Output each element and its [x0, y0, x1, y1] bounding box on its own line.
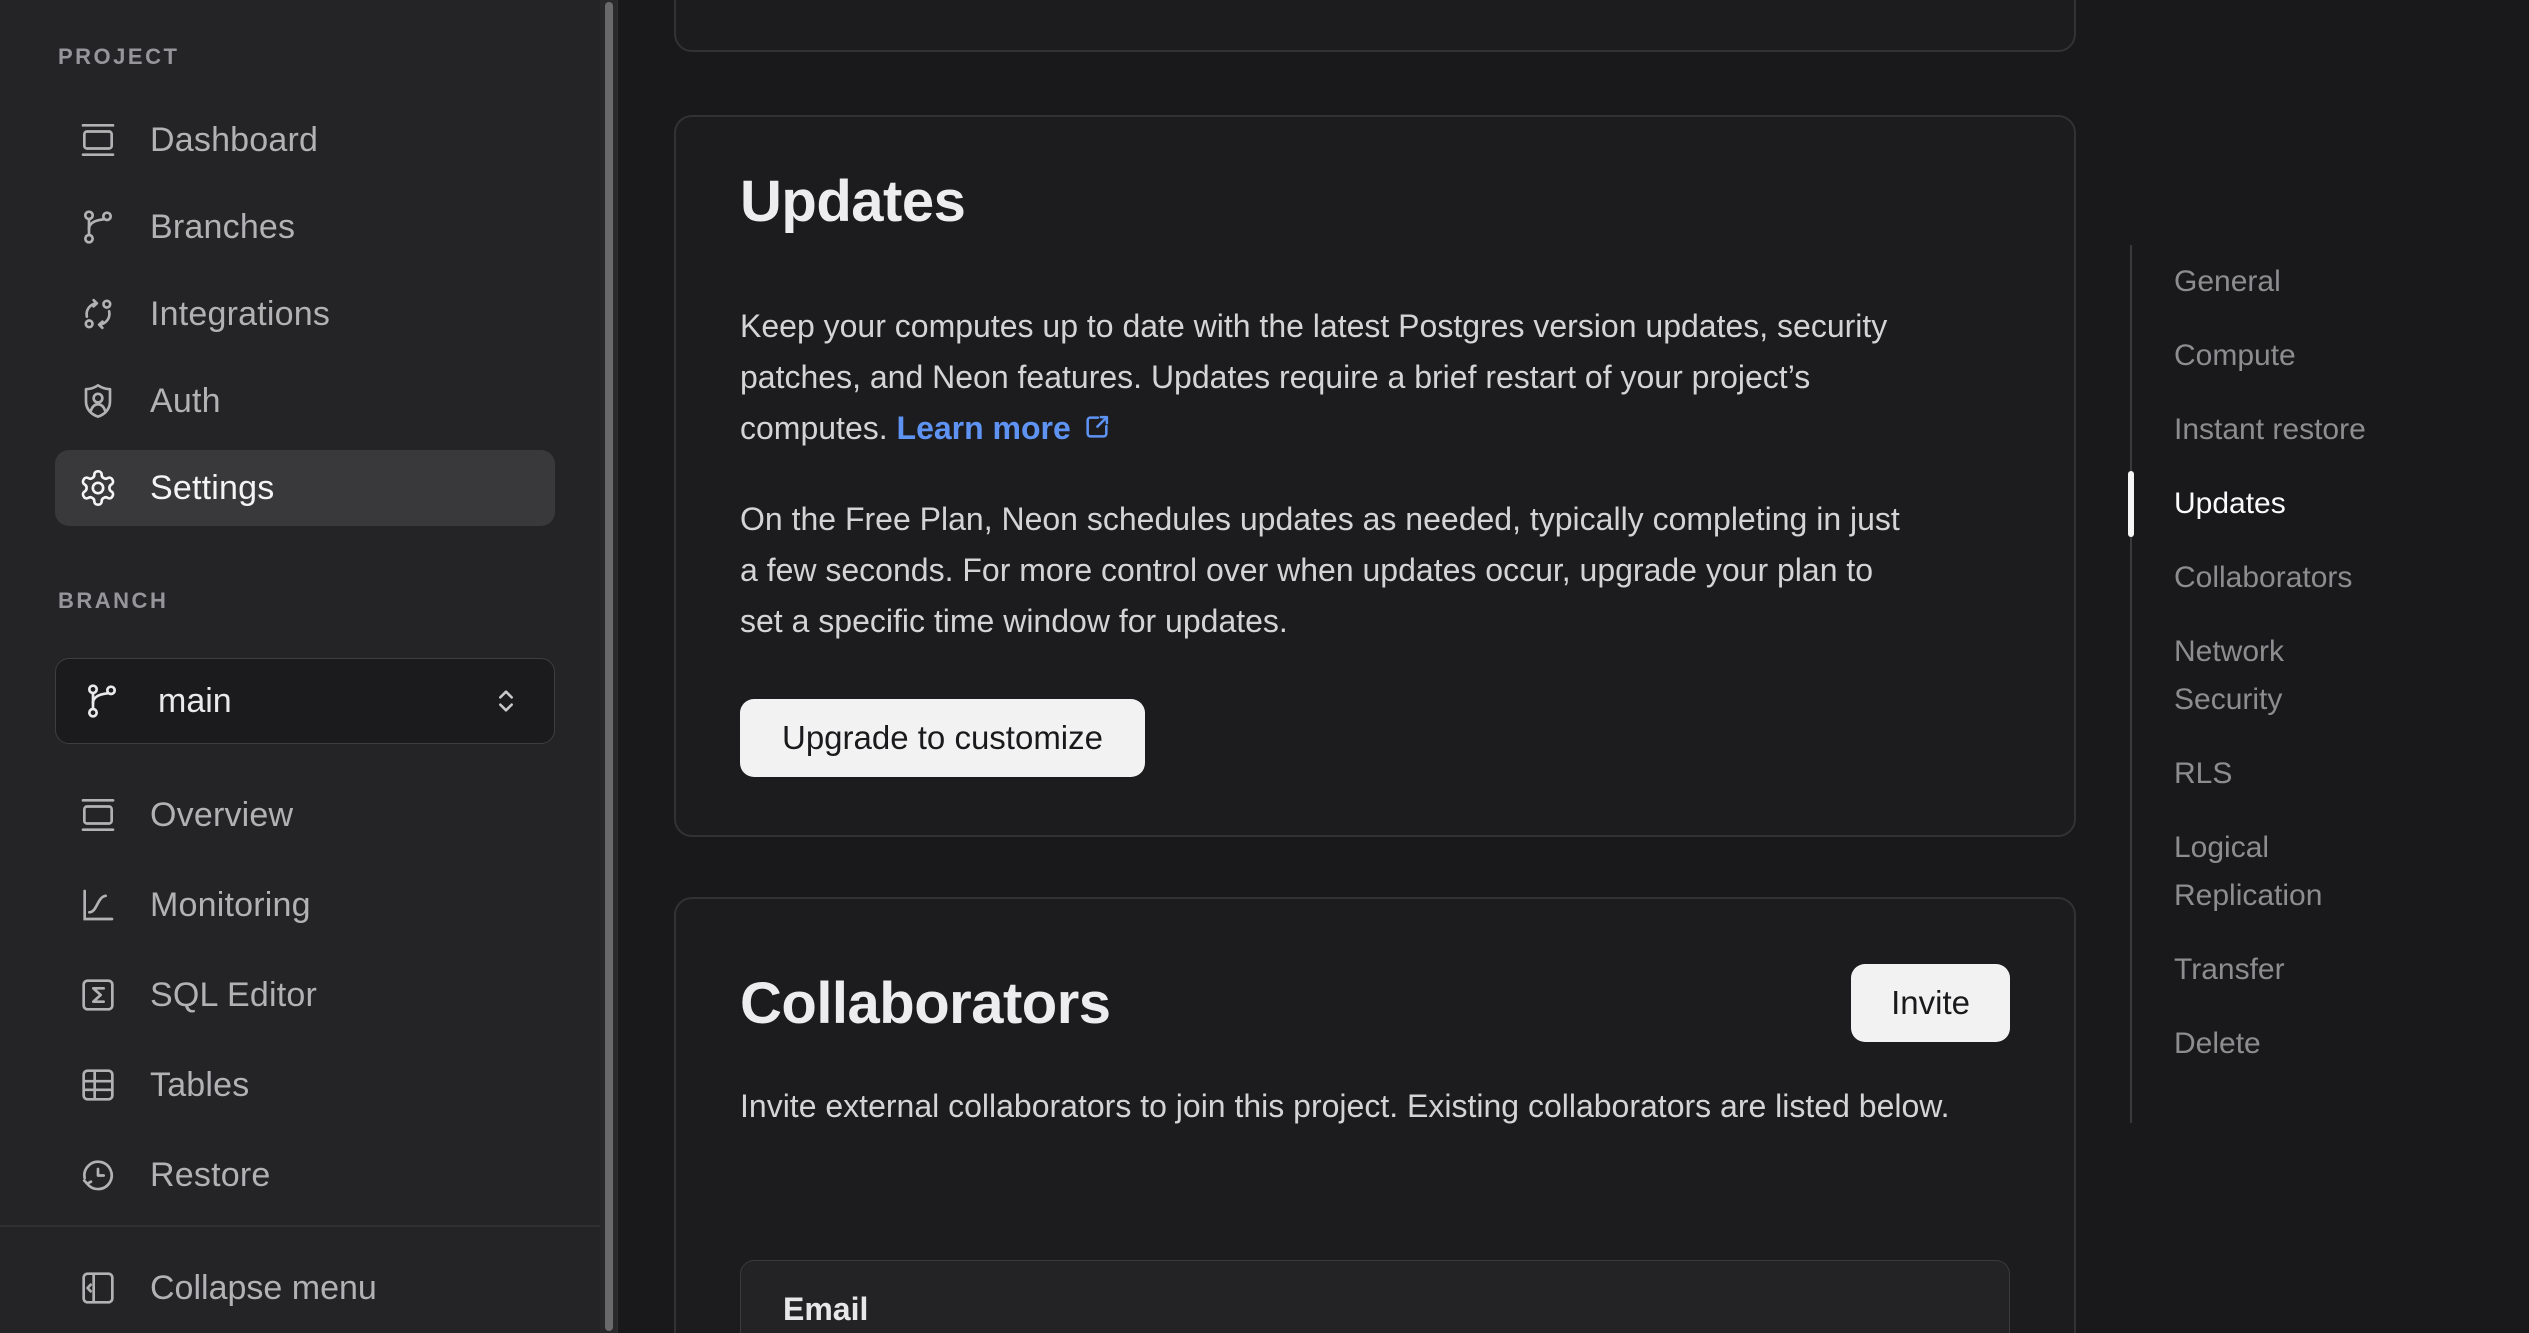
sidebar-item-label: Monitoring	[150, 886, 311, 925]
sigma-box-icon	[78, 975, 118, 1015]
window-icon	[78, 120, 118, 160]
sidebar-item-label: Branches	[150, 208, 295, 247]
sidebar-item-dashboard[interactable]: Dashboard	[55, 102, 555, 178]
chevron-up-down-icon	[488, 683, 524, 719]
sidebar-item-integrations[interactable]: Integrations	[55, 276, 555, 352]
settings-nav-delete[interactable]: Delete	[2174, 1020, 2394, 1068]
project-nav-group: Dashboard Branches Integrations Auth Set…	[55, 102, 555, 537]
sidebar-item-auth[interactable]: Auth	[55, 363, 555, 439]
collaborators-card-title: Collaborators	[740, 975, 2010, 1033]
branch-section-label: BRANCH	[58, 588, 168, 614]
upgrade-to-customize-button[interactable]: Upgrade to customize	[740, 699, 1145, 777]
updates-description: Keep your computes up to date with the l…	[740, 301, 1920, 454]
updates-card: Updates Keep your computes up to date wi…	[674, 115, 2076, 837]
branch-selector-value: main	[158, 682, 232, 721]
settings-content: Updates Keep your computes up to date wi…	[619, 0, 2529, 1333]
settings-nav-collaborators[interactable]: Collaborators	[2174, 554, 2394, 602]
collapse-menu-label: Collapse menu	[150, 1269, 377, 1308]
settings-nav-updates[interactable]: Updates	[2174, 480, 2394, 528]
history-icon	[78, 1155, 118, 1195]
chart-icon	[78, 885, 118, 925]
sidebar-divider	[0, 1225, 618, 1227]
sidebar-scrollbar-thumb[interactable]	[605, 2, 613, 1331]
gear-icon	[78, 468, 118, 508]
collaborators-table-email-header: Email	[783, 1291, 2009, 1328]
panel-collapse-icon	[78, 1268, 118, 1308]
updates-free-plan-note: On the Free Plan, Neon schedules updates…	[740, 494, 1920, 647]
invite-button[interactable]: Invite	[1851, 964, 2010, 1042]
sidebar-item-sql-editor[interactable]: SQL Editor	[55, 957, 555, 1033]
updates-card-title: Updates	[740, 173, 2010, 231]
sidebar-item-overview[interactable]: Overview	[55, 777, 555, 853]
git-branch-icon	[82, 681, 122, 721]
settings-nav-transfer[interactable]: Transfer	[2174, 946, 2394, 994]
git-branch-icon	[78, 207, 118, 247]
sidebar-item-branches[interactable]: Branches	[55, 189, 555, 265]
sidebar-item-label: SQL Editor	[150, 976, 317, 1015]
collapse-menu-button[interactable]: Collapse menu	[55, 1250, 555, 1326]
sidebar-item-settings[interactable]: Settings	[55, 450, 555, 526]
settings-nav-general[interactable]: General	[2174, 258, 2394, 306]
external-link-icon	[1081, 411, 1113, 443]
sidebar-item-label: Auth	[150, 382, 221, 421]
sidebar-item-label: Overview	[150, 796, 293, 835]
sidebar-item-restore[interactable]: Restore	[55, 1137, 555, 1213]
settings-nav-logical-replication[interactable]: Logical Replication	[2174, 824, 2394, 920]
sidebar-item-label: Settings	[150, 469, 274, 508]
window-icon	[78, 795, 118, 835]
table-icon	[78, 1065, 118, 1105]
previous-card-partial	[674, 0, 2076, 52]
branch-selector[interactable]: main	[55, 658, 555, 744]
sidebar-item-label: Restore	[150, 1156, 270, 1195]
project-section-label: PROJECT	[58, 44, 179, 70]
collaborators-description: Invite external collaborators to join th…	[740, 1081, 2010, 1132]
shield-user-icon	[78, 381, 118, 421]
branch-nav-group: Overview Monitoring SQL Editor Tables Re…	[55, 777, 555, 1227]
sidebar-item-label: Integrations	[150, 295, 330, 334]
sidebar-item-label: Tables	[150, 1066, 249, 1105]
sidebar-scrollbar-track	[600, 0, 618, 1333]
learn-more-link[interactable]: Learn more	[897, 410, 1113, 446]
settings-nav-compute[interactable]: Compute	[2174, 332, 2394, 380]
sidebar-item-tables[interactable]: Tables	[55, 1047, 555, 1123]
settings-section-nav: General Compute Instant restore Updates …	[2130, 245, 2430, 1123]
collaborators-table: Email	[740, 1260, 2010, 1333]
sync-icon	[78, 294, 118, 334]
project-sidebar: PROJECT Dashboard Branches Integrations …	[0, 0, 600, 1333]
sidebar-item-label: Dashboard	[150, 121, 318, 160]
settings-nav-rls[interactable]: RLS	[2174, 750, 2394, 798]
settings-nav-network-security[interactable]: Network Security	[2174, 628, 2394, 724]
settings-nav-instant-restore[interactable]: Instant restore	[2174, 406, 2394, 454]
sidebar-item-monitoring[interactable]: Monitoring	[55, 867, 555, 943]
collaborators-card: Collaborators Invite Invite external col…	[674, 897, 2076, 1333]
